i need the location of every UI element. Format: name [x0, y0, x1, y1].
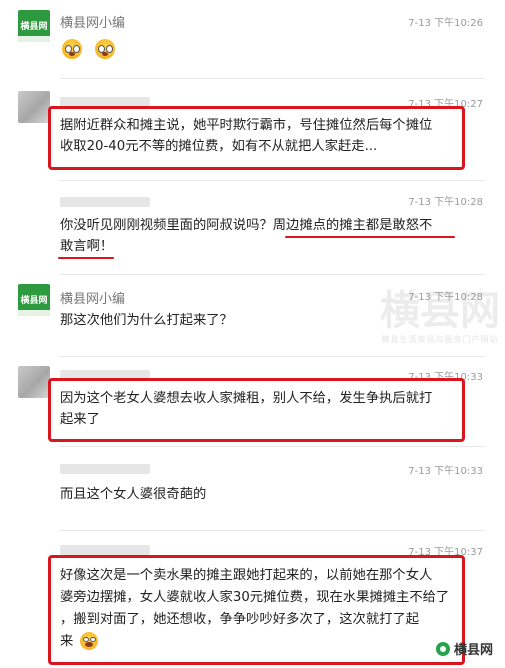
- message-text: 好像这次是一个卖水果的摊主跟她打起来的，以前她在那个女人 婆旁边摆摊，女人婆就收…: [60, 568, 450, 650]
- avatar-label: 横县网: [20, 296, 48, 306]
- footer-logo: 横县网: [435, 639, 493, 658]
- footer-logo-text: 横县网: [453, 643, 493, 658]
- timestamp: 7-13 下午10:26: [408, 18, 483, 29]
- divider: [60, 356, 485, 357]
- emoji-row: [62, 38, 116, 59]
- chat-message: 横县网 横县网小编 7-13 下午10:26: [0, 0, 505, 85]
- sender-name[interactable]: 横县网小编: [60, 288, 125, 307]
- divider: [60, 446, 485, 447]
- timestamp: 7-13 下午10:28: [408, 197, 483, 208]
- sender-name[interactable]: 横县网小编: [60, 12, 125, 31]
- divider: [60, 274, 485, 275]
- wechat-logo-icon: [435, 641, 450, 656]
- message-text: 而且这个女人婆很奇葩的: [60, 487, 207, 502]
- message-text: 因为这个老女人婆想去收人家摊租，别人不给，发生争执后就打 起来了: [60, 391, 433, 427]
- message-text: 据附近群众和摊主说，她平时欺行霸市，号住摊位然后每个摊位 收取20-40元不等的…: [60, 118, 433, 154]
- watermark-subtitle: 横县生活资讯与服务门户网站: [381, 335, 499, 344]
- text-underline: [58, 257, 114, 259]
- sender-name[interactable]: [60, 197, 150, 207]
- avatar[interactable]: 横县网: [18, 284, 50, 316]
- avatar[interactable]: 横县网: [18, 10, 50, 42]
- sender-name[interactable]: [60, 464, 150, 474]
- divider: [60, 180, 485, 181]
- screaming-face-icon: [95, 38, 116, 59]
- text-underline: [285, 236, 455, 238]
- divider: [60, 530, 485, 531]
- sender-name[interactable]: [60, 545, 150, 555]
- avatar[interactable]: [18, 366, 50, 398]
- divider: [60, 78, 485, 79]
- screaming-face-icon: [62, 38, 82, 59]
- timestamp: 7-13 下午10:28: [408, 292, 483, 303]
- avatar-label: 横县网: [20, 22, 48, 32]
- message-text: 那这次他们为什么打起来了？: [60, 313, 233, 328]
- timestamp: 7-13 下午10:33: [408, 466, 483, 477]
- laughing-crying-face-icon: [79, 632, 98, 650]
- avatar[interactable]: [18, 91, 50, 123]
